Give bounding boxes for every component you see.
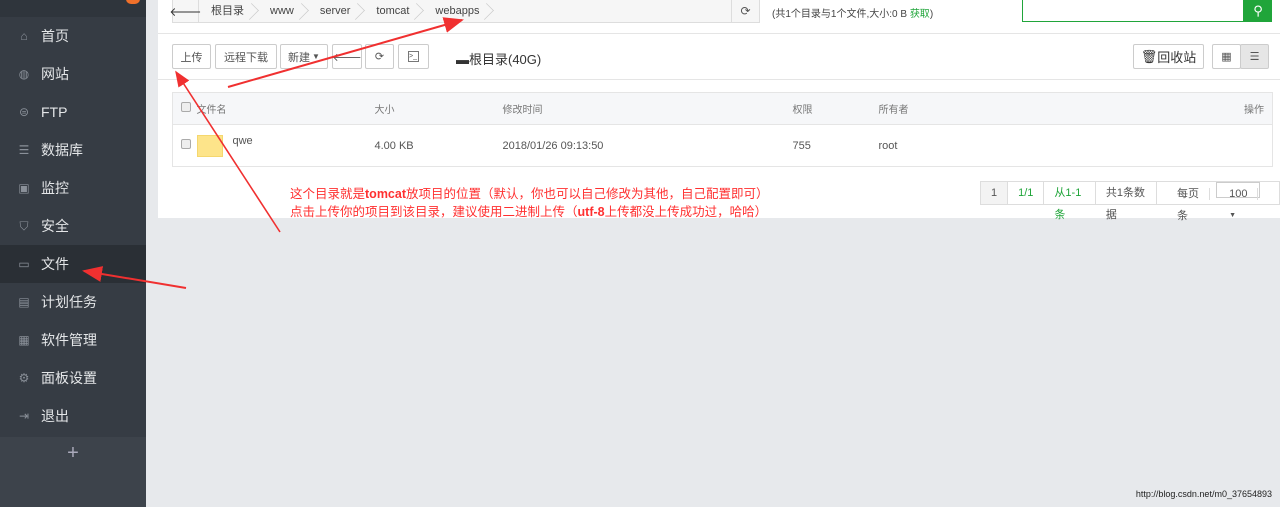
database-icon: ☰: [18, 143, 30, 157]
refresh-icon: ⟳: [374, 51, 385, 63]
file-perm[interactable]: 755: [793, 125, 879, 167]
shield-icon: ⛉: [19, 218, 29, 233]
crumb-webapps[interactable]: webapps: [423, 0, 493, 22]
pagination: 1 1/1 从1-1条 共1条数据 每页 100 ▼ 条: [980, 181, 1280, 222]
sidebar: ⌂ 首页 ◍ 网站 ⊜ FTP ☰ 数据库 ▣ 监控 ⛉ 安全 ▭ 文件 ▤ 计划任务 ▦ 软件管理 ⚙ 面板设置 ⇥ 退…: [0, 0, 146, 507]
grid-icon: ▦: [18, 333, 30, 347]
back-button[interactable]: 🡐: [169, 0, 202, 22]
sidebar-item-3[interactable]: ☰ 数据库: [0, 131, 146, 169]
sidebar-item-label: 监控: [41, 180, 69, 196]
search-icon: ⚲: [1253, 3, 1263, 18]
table-row[interactable]: qwe 4.00 KB 2018/01/26 09:13:50 755 root: [173, 125, 1273, 167]
search-input[interactable]: [1022, 0, 1244, 22]
sidebar-item-7[interactable]: ▤ 计划任务: [0, 283, 146, 321]
sidebar-item-4[interactable]: ▣ 监控: [0, 169, 146, 207]
breadcrumb: 🡐 根目录 www server tomcat webapps ⟳: [169, 0, 760, 23]
file-size: 4.00 KB: [374, 139, 414, 152]
terminal-button[interactable]: >_: [398, 44, 429, 69]
remote-download-button[interactable]: 远程下载: [215, 44, 277, 69]
file-table: 文件名 大小 修改时间 权限 所有者 操作 qwe 4.00 KB 2018/0…: [172, 92, 1273, 167]
ftp-icon: ⊜: [18, 105, 30, 119]
refresh-button[interactable]: ⟳: [365, 44, 394, 69]
sidebar-item-label: 网站: [41, 66, 69, 82]
disk-label[interactable]: ▬根目录(40G): [456, 49, 541, 68]
sidebar-item-label: FTP: [41, 104, 68, 120]
caret-down-icon: ▼: [1229, 212, 1237, 219]
watermark: http://blog.csdn.net/m0_37654893: [1135, 489, 1272, 499]
hdd-icon: ▬: [456, 52, 469, 67]
folder-icon: ▭: [18, 257, 30, 271]
refresh-path-button[interactable]: ⟳: [731, 0, 759, 22]
sidebar-item-9[interactable]: ⚙ 面板设置: [0, 359, 146, 397]
add-button[interactable]: +: [0, 437, 146, 507]
crumb-root[interactable]: 根目录: [199, 0, 258, 22]
page-total: 共1条数据: [1096, 182, 1158, 221]
sidebar-item-label: 安全: [41, 218, 69, 234]
per-page-select[interactable]: 100 ▼: [1216, 182, 1261, 219]
home-icon: ⌂: [20, 29, 28, 43]
folder-icon: [196, 134, 223, 157]
search-button[interactable]: ⚲: [1244, 0, 1272, 22]
sidebar-item-label: 退出: [41, 408, 69, 424]
crumb-server[interactable]: server: [308, 0, 365, 22]
page-current: 1: [981, 182, 1009, 204]
dir-summary: (共1个目录与1个文件,大小:0 B 获取): [772, 9, 934, 20]
notification-badge[interactable]: [126, 0, 140, 4]
per-page: 每页 100 ▼ 条: [1157, 182, 1279, 222]
recycle-bin-button[interactable]: 🗑 回收站: [1133, 44, 1204, 69]
col-owner: 所有者: [878, 92, 1081, 125]
back-dir-button[interactable]: 🡐: [332, 44, 362, 69]
sidebar-item-label: 计划任务: [41, 294, 97, 310]
trash-icon: 🗑: [1140, 48, 1158, 64]
sidebar-item-label: 面板设置: [41, 370, 97, 386]
sidebar-item-label: 软件管理: [41, 332, 97, 348]
sidebar-item-5[interactable]: ⛉ 安全: [0, 207, 146, 245]
sidebar-item-label: 首页: [41, 28, 69, 44]
arrow-left-icon: 🡐: [332, 51, 362, 64]
sidebar-header: [0, 0, 146, 17]
crumb-www[interactable]: www: [258, 0, 308, 22]
sidebar-item-8[interactable]: ▦ 软件管理: [0, 321, 146, 359]
globe-icon: ◍: [18, 67, 30, 81]
calendar-icon: ▤: [18, 295, 30, 309]
file-mtime: 2018/01/26 09:13:50: [502, 139, 604, 152]
file-owner: root: [878, 139, 898, 152]
page-count: 1/1: [1008, 182, 1045, 204]
get-size-link[interactable]: 获取: [910, 9, 930, 20]
caret-down-icon: ▼: [312, 52, 320, 61]
refresh-icon: ⟳: [740, 4, 751, 18]
arrow-left-icon: 🡐: [169, 4, 202, 19]
sidebar-item-label: 数据库: [41, 142, 83, 158]
col-name[interactable]: 文件名: [196, 92, 375, 125]
page-range: 从1-1条: [1044, 182, 1096, 221]
col-actions: 操作: [1080, 92, 1273, 125]
sidebar-item-6[interactable]: ▭ 文件: [0, 245, 146, 283]
select-all-checkbox[interactable]: [181, 102, 191, 112]
divider: [158, 79, 1280, 80]
annotation-text: 这个目录就是tomcat放项目的位置（默认，你也可以自己修改为其他，自己配置即可…: [290, 186, 769, 219]
logout-icon: ⇥: [18, 409, 30, 423]
col-size[interactable]: 大小: [374, 92, 503, 125]
grid-icon: ▦: [1221, 51, 1232, 63]
terminal-icon: >_: [408, 51, 419, 62]
gear-icon: ⚙: [18, 371, 30, 385]
list-view-button[interactable]: ☰: [1240, 44, 1269, 69]
upload-button[interactable]: 上传: [172, 44, 211, 69]
grid-view-button[interactable]: ▦: [1212, 44, 1241, 69]
sidebar-item-1[interactable]: ◍ 网站: [0, 55, 146, 93]
divider: [158, 33, 1280, 34]
col-mtime[interactable]: 修改时间: [502, 92, 793, 125]
sidebar-item-0[interactable]: ⌂ 首页: [0, 17, 146, 55]
sidebar-item-10[interactable]: ⇥ 退出: [0, 397, 146, 435]
crumb-tomcat[interactable]: tomcat: [364, 0, 423, 22]
monitor-icon: ▣: [18, 181, 30, 195]
sidebar-item-label: 文件: [41, 256, 69, 272]
new-dropdown[interactable]: 新建 ▼: [280, 44, 328, 69]
list-icon: ☰: [1249, 51, 1260, 63]
sidebar-item-2[interactable]: ⊜ FTP: [0, 93, 146, 131]
col-perm: 权限: [792, 92, 879, 125]
file-name[interactable]: qwe: [233, 135, 253, 147]
row-checkbox[interactable]: [181, 139, 191, 149]
